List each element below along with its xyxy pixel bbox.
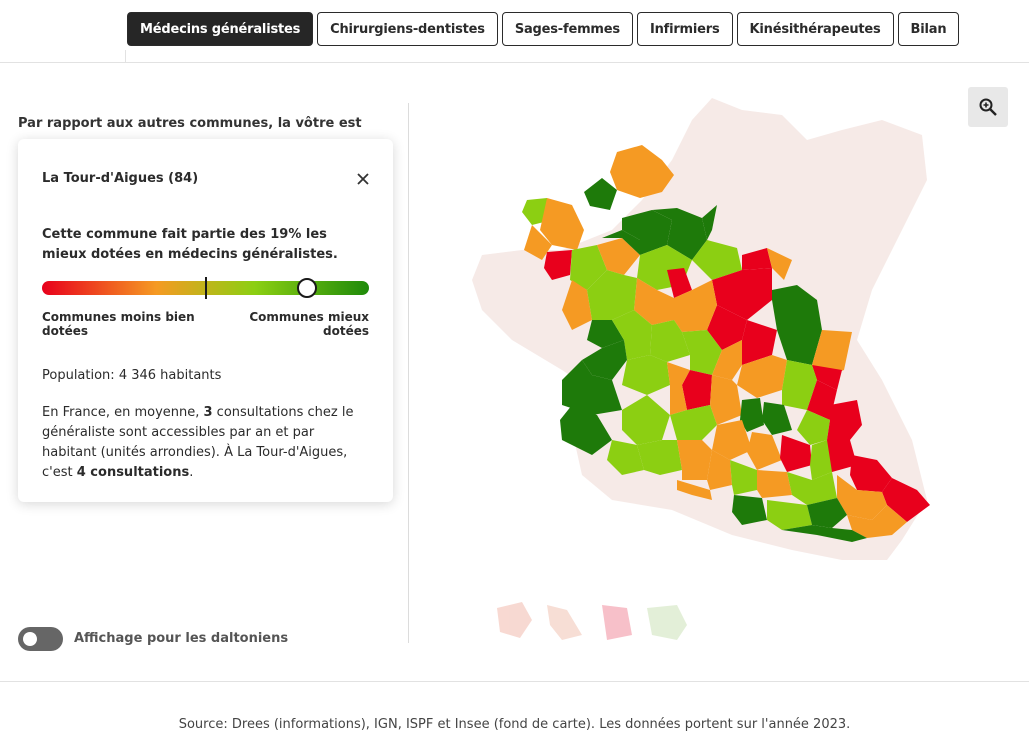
tab-chirurgiens-dentistes[interactable]: Chirurgiens-dentistes — [317, 12, 498, 46]
divider — [408, 103, 409, 643]
tab-medecins-generalistes[interactable]: Médecins généralistes — [127, 12, 314, 46]
gauge-left-label: Communes moins bien dotées — [42, 310, 195, 338]
divider — [0, 62, 1029, 63]
commune-shape[interactable] — [584, 178, 617, 210]
source-text: Source: Drees (informations), IGN, ISPF … — [178, 717, 851, 732]
rank-text: Cette commune fait partie des 19% les mi… — [42, 227, 338, 262]
commune-info-card: La Tour-d'Aigues (84) Cette commune fait… — [18, 139, 393, 502]
divider — [125, 50, 126, 62]
commune-map[interactable] — [412, 80, 952, 650]
description-text: En France, en moyenne, 3 consultations c… — [42, 405, 354, 480]
colorblind-toggle[interactable] — [18, 627, 63, 651]
overseas-shape — [647, 605, 687, 640]
colorblind-toggle-label: Affichage pour les daltoniens — [74, 631, 289, 646]
gauge-commune-marker — [296, 278, 317, 298]
population-text: Population: 4 346 habitants — [42, 368, 222, 383]
tab-sages-femmes[interactable]: Sages-femmes — [501, 12, 633, 46]
tab-infirmiers[interactable]: Infirmiers — [636, 12, 733, 46]
commune-shape[interactable] — [677, 440, 712, 480]
divider — [0, 681, 1029, 682]
overseas-shape — [497, 602, 532, 638]
gauge-average-marker — [204, 277, 207, 299]
overseas-shape — [602, 605, 632, 640]
intro-text: Par rapport aux autres communes, la vôtr… — [18, 116, 362, 131]
toggle-knob — [23, 632, 37, 646]
commune-title: La Tour-d'Aigues (84) — [42, 171, 199, 186]
tab-bar: Médecins généralistes Chirurgiens-dentis… — [127, 12, 960, 46]
tab-bilan[interactable]: Bilan — [897, 12, 960, 46]
gauge-bar — [42, 277, 369, 299]
commune-shape[interactable] — [757, 470, 792, 498]
overseas-shape — [547, 605, 582, 640]
gauge-right-label: Communes mieux dotées — [249, 310, 369, 338]
tab-kinesitherapeutes[interactable]: Kinésithérapeutes — [736, 12, 894, 46]
overseas-territories — [497, 602, 687, 640]
zoom-in-icon[interactable] — [968, 87, 1008, 127]
close-icon[interactable] — [355, 171, 371, 187]
